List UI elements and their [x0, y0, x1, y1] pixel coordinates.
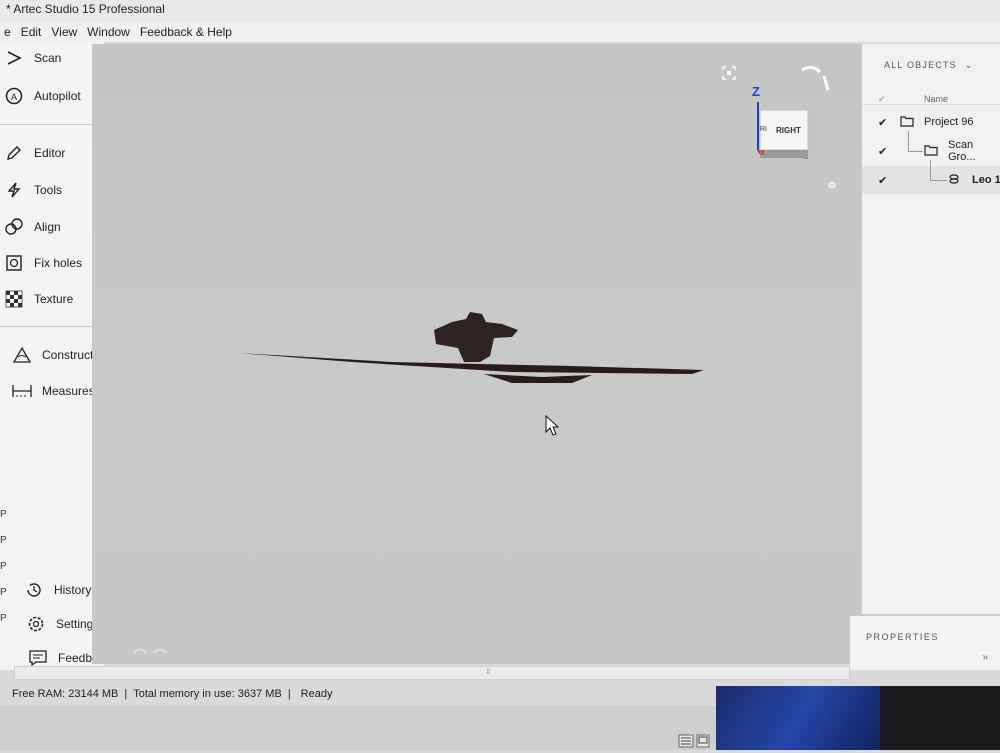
sidebar-item-fix-holes[interactable]: Fix holes	[0, 249, 104, 277]
tree-line	[930, 160, 947, 181]
sidebar-item-align[interactable]: Align	[0, 213, 104, 241]
menu-item-view[interactable]: View	[51, 25, 77, 39]
taskbar-view-icons	[678, 734, 712, 748]
autopilot-icon: A	[2, 84, 26, 108]
total-memory-text: Total memory in use: 3637 MB	[133, 688, 282, 700]
sidebar-item-label: Align	[34, 220, 61, 234]
sidebar-item-autopilot[interactable]: A Autopilot	[0, 82, 104, 110]
tree-line	[908, 131, 923, 152]
redo-icon	[153, 648, 167, 654]
divider	[0, 124, 104, 125]
scan-layers-icon	[948, 173, 960, 188]
divider	[0, 326, 104, 327]
gear-icon	[24, 612, 48, 636]
object-name: Leo 1.1	[972, 174, 1000, 186]
view-mode-icon[interactable]	[826, 178, 838, 191]
properties-panel: PROPERTIES »	[850, 614, 1000, 670]
menu-bar: e Edit View Window Feedback & Help	[0, 22, 1000, 42]
desktop-wallpaper	[716, 686, 906, 750]
status-state: Ready	[300, 688, 333, 700]
sidebar-item-scan[interactable]: Scan	[0, 44, 104, 72]
object-name: Scan Gro...	[948, 139, 976, 163]
view-cube-side-label: RI	[760, 126, 767, 133]
collapse-handle-icon: ⇳	[485, 667, 492, 676]
divider	[862, 104, 1000, 105]
menu-item-window[interactable]: Window	[87, 25, 130, 39]
status-separator: |	[124, 688, 128, 700]
sidebar-item-label: Construct	[42, 348, 94, 362]
left-edge-letters: P P P P P	[0, 509, 7, 624]
sidebar-item-label: Measures	[42, 384, 95, 398]
scan-render	[238, 312, 704, 436]
mouse-cursor-icon	[545, 414, 560, 436]
folder-icon	[900, 115, 914, 130]
sidebar-item-label: Scan	[34, 51, 62, 65]
expand-icon[interactable]: »	[982, 652, 988, 663]
window-titlebar: * Artec Studio 15 Professional	[0, 0, 1000, 22]
visibility-checkbox[interactable]: ✔	[878, 174, 887, 187]
undo-redo	[130, 644, 170, 664]
sidebar-item-label: Tools	[34, 183, 63, 197]
window-title: * Artec Studio 15 Professional	[6, 2, 165, 16]
visibility-checkbox[interactable]: ✔	[878, 145, 887, 158]
object-row-scan[interactable]: ✔ Leo 1.1	[862, 160, 1000, 194]
free-ram-text: Free RAM: 23144 MB	[12, 688, 119, 700]
measures-icon	[10, 379, 34, 403]
sidebar-item-editor[interactable]: Editor	[0, 139, 104, 167]
svg-text:A: A	[11, 92, 17, 102]
fix-holes-icon	[2, 251, 26, 275]
object-name: Project 96	[924, 116, 974, 128]
texture-icon	[2, 287, 26, 311]
visibility-checkbox[interactable]: ✔	[878, 116, 887, 129]
menu-item-edit[interactable]: Edit	[21, 25, 42, 39]
menu-item-file[interactable]: e	[4, 25, 11, 39]
chevron-down-icon: ⌄	[964, 60, 974, 70]
sidebar-item-label: Fix holes	[34, 256, 83, 270]
folder-icon	[924, 144, 938, 159]
sidebar-item-tools[interactable]: Tools	[0, 176, 104, 204]
objects-panel-header[interactable]: ALL OBJECTS ⌄	[884, 60, 973, 71]
scan-icon	[2, 46, 26, 70]
lightning-icon	[2, 178, 26, 202]
pencil-icon	[2, 141, 26, 165]
sidebar-item-label: Editor	[34, 146, 66, 160]
objects-panel: ALL OBJECTS ⌄ ✔ Name ✔ Project 96 ✔ Scan…	[862, 44, 1000, 664]
construct-icon	[10, 343, 34, 367]
window-view-icon	[696, 734, 710, 748]
left-toolbar: Scan A Autopilot Editor Tools Align Fix …	[0, 42, 111, 670]
name-column-header: Name	[924, 94, 949, 104]
bottom-collapse-bar[interactable]: ⇳	[14, 666, 850, 680]
history-icon	[22, 578, 46, 602]
list-view-icon	[678, 734, 694, 748]
object-row-project[interactable]: ✔ Project 96	[862, 108, 1000, 136]
status-bar: Free RAM: 23144 MB | Total memory in use…	[12, 684, 712, 704]
sidebar-item-label: Autopilot	[34, 89, 81, 103]
view-cube-face-label: RIGHT	[776, 126, 801, 135]
x-axis-label: X	[760, 150, 765, 157]
menu-item-feedback-help[interactable]: Feedback & Help	[140, 25, 232, 39]
view-cube[interactable]: Z RI RIGHT X	[748, 84, 818, 164]
monitor-edge	[880, 686, 1000, 750]
scan-mesh-lower-slab	[484, 374, 592, 383]
3d-viewport[interactable]: Z RI RIGHT X	[92, 44, 862, 664]
scan-mesh-figure	[434, 312, 518, 362]
sidebar-item-texture[interactable]: Texture	[0, 285, 104, 313]
align-icon	[2, 215, 26, 239]
undo-icon	[133, 648, 147, 654]
sidebar-item-label: Texture	[34, 292, 74, 306]
properties-title: PROPERTIES	[866, 632, 939, 642]
sidebar-item-label: History	[54, 583, 92, 597]
fit-view-icon[interactable]	[722, 66, 736, 80]
status-separator: |	[287, 688, 291, 700]
